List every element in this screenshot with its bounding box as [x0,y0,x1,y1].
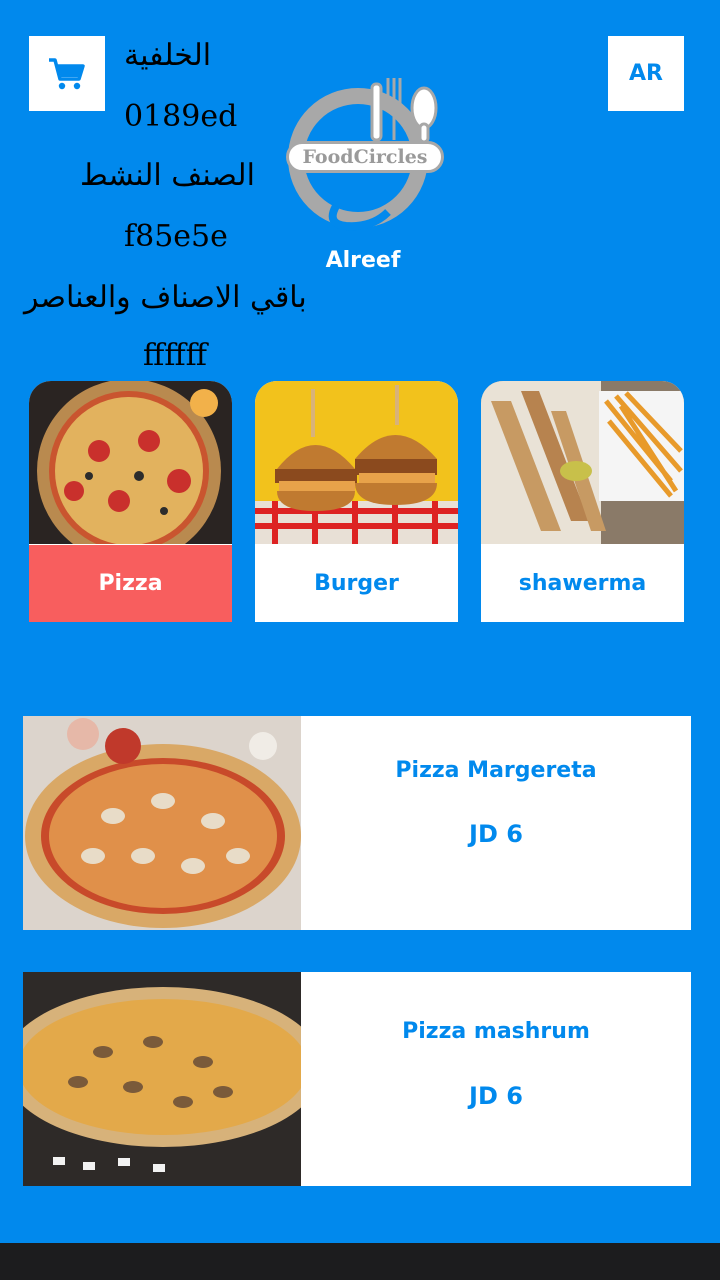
menu-item[interactable]: Pizza mashrum JD 6 [23,972,691,1186]
category-label: Pizza [29,545,232,622]
category-pizza[interactable]: Pizza [29,381,232,622]
rest-color-value: ffffff [143,338,207,373]
logo-text: FoodCircles [286,141,444,173]
cart-icon [49,57,85,89]
rest-color-label: باقي الاصناف والعناصر [24,280,307,315]
item-name: Pizza Margereta [395,758,597,783]
background-color-value: 0189ed [124,99,238,134]
shawerma-photo [481,381,684,544]
pizza-mashrum-photo [23,972,301,1186]
store-name: Alreef [325,248,401,273]
active-color-value: f85e5e [124,219,228,254]
language-button[interactable]: AR [608,36,684,111]
language-label: AR [629,61,663,86]
category-label: shawerma [481,545,684,622]
burger-photo [255,381,458,544]
item-price: JD 6 [469,820,523,848]
category-shawerma[interactable]: shawerma [481,381,684,622]
system-navigation-bar [0,1243,720,1280]
background-color-label: الخلفية [124,38,212,73]
category-label: Burger [255,545,458,622]
category-burger[interactable]: Burger [255,381,458,622]
pizza-photo [29,381,232,544]
active-color-label: الصنف النشط [80,158,255,193]
cart-button[interactable] [29,36,105,111]
menu-item[interactable]: Pizza Margereta JD 6 [23,716,691,930]
item-price: JD 6 [469,1082,523,1110]
pizza-margereta-photo [23,716,301,930]
item-name: Pizza mashrum [402,1019,590,1044]
